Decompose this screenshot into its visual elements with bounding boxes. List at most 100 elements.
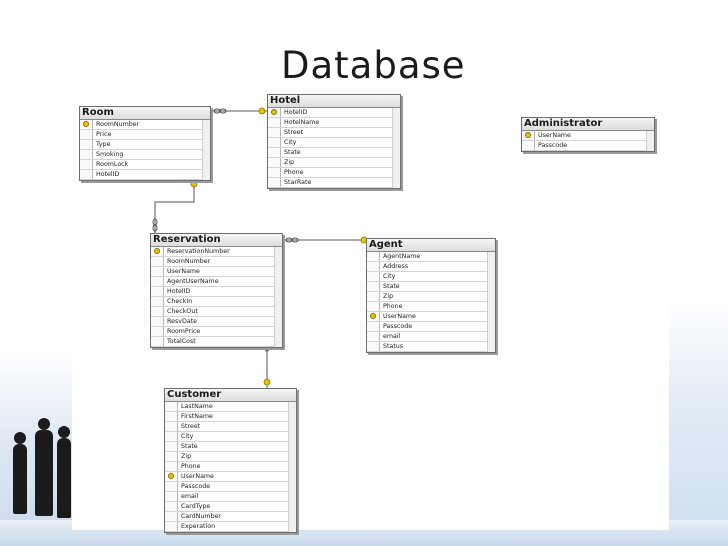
- row-selector[interactable]: [268, 158, 281, 167]
- row-selector[interactable]: [268, 138, 281, 147]
- row-selector[interactable]: [151, 257, 164, 266]
- column-row[interactable]: Zip: [165, 452, 296, 462]
- column-row[interactable]: FirstName: [165, 412, 296, 422]
- column-row[interactable]: HotelName: [268, 118, 400, 128]
- row-selector[interactable]: [367, 272, 380, 281]
- column-row[interactable]: Price: [80, 130, 210, 140]
- column-row[interactable]: ReservationNumber: [151, 247, 282, 257]
- column-row[interactable]: State: [165, 442, 296, 452]
- vertical-scrollbar[interactable]: [487, 252, 495, 352]
- row-selector[interactable]: [80, 130, 93, 139]
- column-row[interactable]: LastName: [165, 402, 296, 412]
- row-selector[interactable]: [151, 307, 164, 316]
- vertical-scrollbar[interactable]: [288, 402, 296, 532]
- row-selector[interactable]: [165, 492, 178, 501]
- column-row[interactable]: City: [165, 432, 296, 442]
- row-selector[interactable]: [165, 402, 178, 411]
- column-row[interactable]: UserName: [165, 472, 296, 482]
- vertical-scrollbar[interactable]: [392, 108, 400, 188]
- row-selector[interactable]: [165, 482, 178, 491]
- column-row[interactable]: StarRate: [268, 178, 400, 188]
- row-selector[interactable]: [165, 462, 178, 471]
- row-selector[interactable]: [367, 262, 380, 271]
- column-row[interactable]: HotelID: [80, 170, 210, 180]
- row-selector[interactable]: [522, 141, 535, 150]
- table-reservation[interactable]: Reservation ReservationNumber RoomNumber U…: [150, 233, 283, 348]
- column-row[interactable]: State: [268, 148, 400, 158]
- row-selector[interactable]: [268, 148, 281, 157]
- row-selector[interactable]: [80, 150, 93, 159]
- row-selector[interactable]: [80, 170, 93, 179]
- row-selector[interactable]: [268, 178, 281, 187]
- column-row[interactable]: Zip: [367, 292, 495, 302]
- row-selector[interactable]: [165, 522, 178, 531]
- column-row[interactable]: Status: [367, 342, 495, 352]
- column-row[interactable]: Smoking: [80, 150, 210, 160]
- table-room[interactable]: Room RoomNumber Price Type Smoking RoomLock H…: [79, 106, 211, 181]
- column-row[interactable]: UserName: [151, 267, 282, 277]
- column-row[interactable]: ResvDate: [151, 317, 282, 327]
- row-selector[interactable]: [165, 412, 178, 421]
- column-row[interactable]: AgentName: [367, 252, 495, 262]
- row-selector[interactable]: [367, 342, 380, 351]
- row-selector[interactable]: [80, 140, 93, 149]
- column-row[interactable]: Experation: [165, 522, 296, 532]
- column-row[interactable]: Address: [367, 262, 495, 272]
- column-row[interactable]: AgentUserName: [151, 277, 282, 287]
- column-row[interactable]: CheckIn: [151, 297, 282, 307]
- column-row[interactable]: Phone: [165, 462, 296, 472]
- row-selector[interactable]: [151, 327, 164, 336]
- column-row[interactable]: UserName: [367, 312, 495, 322]
- column-row[interactable]: City: [367, 272, 495, 282]
- column-row[interactable]: Street: [165, 422, 296, 432]
- column-row[interactable]: Zip: [268, 158, 400, 168]
- column-row[interactable]: Street: [268, 128, 400, 138]
- row-selector[interactable]: [165, 422, 178, 431]
- column-row[interactable]: CardNumber: [165, 512, 296, 522]
- column-row[interactable]: TotalCost: [151, 337, 282, 347]
- column-row[interactable]: email: [367, 332, 495, 342]
- vertical-scrollbar[interactable]: [274, 247, 282, 347]
- vertical-scrollbar[interactable]: [202, 120, 210, 180]
- column-row[interactable]: Type: [80, 140, 210, 150]
- table-agent[interactable]: Agent AgentName Address City State Zip Phone U…: [366, 238, 496, 353]
- column-row[interactable]: CardType: [165, 502, 296, 512]
- column-row[interactable]: State: [367, 282, 495, 292]
- row-selector[interactable]: [165, 432, 178, 441]
- column-row[interactable]: CheckOut: [151, 307, 282, 317]
- column-row[interactable]: UserName: [522, 131, 654, 141]
- column-row[interactable]: RoomPrice: [151, 327, 282, 337]
- row-selector[interactable]: [367, 302, 380, 311]
- vertical-scrollbar[interactable]: [646, 131, 654, 151]
- row-selector[interactable]: [151, 297, 164, 306]
- column-row[interactable]: RoomNumber: [151, 257, 282, 267]
- row-selector[interactable]: [151, 337, 164, 346]
- column-row[interactable]: RoomNumber: [80, 120, 210, 130]
- column-row[interactable]: email: [165, 492, 296, 502]
- row-selector[interactable]: [80, 160, 93, 169]
- row-selector[interactable]: [165, 502, 178, 511]
- column-row[interactable]: HotelID: [151, 287, 282, 297]
- row-selector[interactable]: [151, 277, 164, 286]
- row-selector[interactable]: [165, 512, 178, 521]
- row-selector[interactable]: [268, 128, 281, 137]
- row-selector[interactable]: [165, 442, 178, 451]
- column-row[interactable]: Passcode: [367, 322, 495, 332]
- table-administrator[interactable]: Administrator UserName Passcode: [521, 117, 655, 152]
- row-selector[interactable]: [165, 452, 178, 461]
- row-selector[interactable]: [367, 322, 380, 331]
- column-row[interactable]: HotelID: [268, 108, 400, 118]
- column-row[interactable]: RoomLock: [80, 160, 210, 170]
- row-selector[interactable]: [151, 287, 164, 296]
- column-row[interactable]: Passcode: [522, 141, 654, 151]
- column-row[interactable]: Phone: [268, 168, 400, 178]
- row-selector[interactable]: [268, 118, 281, 127]
- column-row[interactable]: Phone: [367, 302, 495, 312]
- row-selector[interactable]: [151, 267, 164, 276]
- row-selector[interactable]: [367, 282, 380, 291]
- row-selector[interactable]: [151, 317, 164, 326]
- column-row[interactable]: City: [268, 138, 400, 148]
- row-selector[interactable]: [367, 292, 380, 301]
- row-selector[interactable]: [268, 168, 281, 177]
- column-row[interactable]: Passcode: [165, 482, 296, 492]
